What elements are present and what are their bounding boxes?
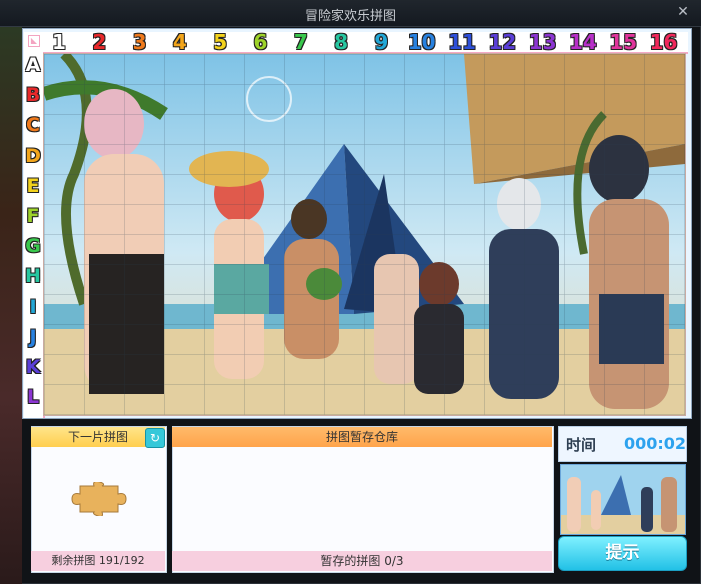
- column-number: 5: [213, 30, 228, 54]
- row-letter: F: [26, 205, 40, 227]
- column-number: 8: [334, 30, 349, 54]
- title-bar[interactable]: 冒险家欢乐拼图 ✕: [0, 0, 701, 27]
- close-icon[interactable]: ✕: [674, 3, 692, 21]
- puzzle-piece[interactable]: [68, 481, 130, 517]
- column-number: 12: [488, 30, 517, 54]
- column-number: 6: [253, 30, 268, 54]
- row-letter: G: [25, 235, 41, 258]
- column-number: 15: [609, 30, 638, 54]
- column-number: 11: [448, 30, 476, 54]
- column-number: 10: [407, 30, 436, 54]
- row-letter: H: [25, 265, 41, 288]
- row-letter: L: [26, 386, 40, 409]
- row-letter: D: [25, 144, 41, 167]
- row-letter: C: [26, 114, 40, 137]
- hint-button[interactable]: 提示: [558, 536, 687, 571]
- column-number: 2: [92, 30, 107, 54]
- column-number: 16: [649, 30, 678, 54]
- storage-header: 拼图暂存仓库: [172, 427, 552, 447]
- puzzle-image: [44, 54, 685, 415]
- column-number: 13: [528, 30, 557, 54]
- column-number: 4: [172, 30, 187, 54]
- preview-thumbnail: [560, 464, 686, 535]
- column-number: 7: [293, 30, 308, 54]
- timer-label: 时间: [566, 436, 597, 454]
- window-title: 冒险家欢乐拼图: [304, 9, 396, 24]
- row-letter: J: [29, 325, 37, 348]
- row-letter: E: [26, 174, 40, 197]
- column-number: 3: [132, 30, 147, 54]
- row-letter: B: [25, 84, 41, 107]
- rotate-icon[interactable]: ↻: [145, 428, 165, 448]
- background-strip: [0, 27, 22, 584]
- stored-pieces-counter: 暂存的拼图 0/3: [172, 551, 552, 571]
- puzzle-board[interactable]: [43, 53, 686, 416]
- row-letter: A: [25, 54, 41, 76]
- column-number: 1: [52, 30, 66, 54]
- row-letter: K: [25, 356, 41, 378]
- timer-value: 000:02: [624, 434, 687, 453]
- column-number: 9: [374, 30, 389, 54]
- column-number: 14: [568, 30, 597, 54]
- row-letter: I: [29, 295, 37, 318]
- remaining-pieces-counter: 剩余拼图 191/192: [31, 551, 165, 571]
